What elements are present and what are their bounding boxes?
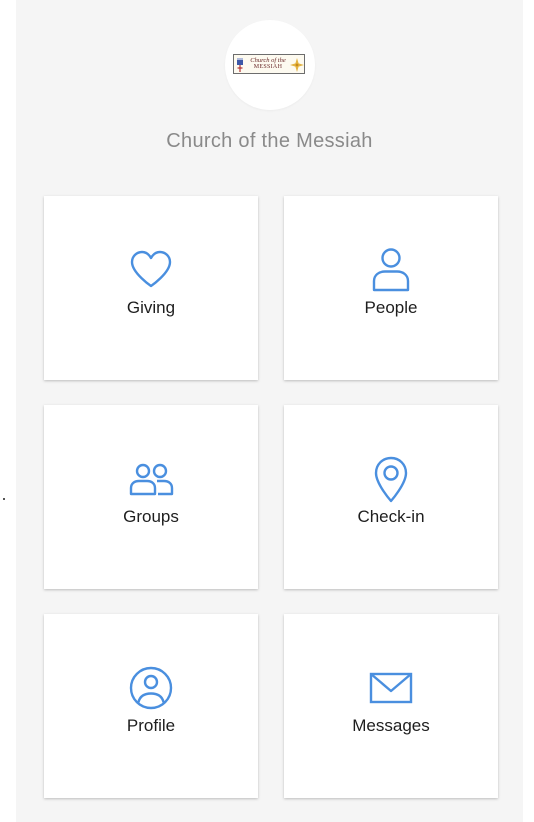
people-tile[interactable]: People [284, 196, 498, 380]
person-icon [372, 248, 410, 292]
church-logo-badge: Church of the MESSIAH [233, 54, 305, 74]
group-icon [129, 463, 174, 496]
messages-label: Messages [352, 716, 430, 735]
heart-icon [130, 250, 172, 288]
profile-tile[interactable]: Profile [44, 614, 258, 798]
logo-text-bottom: MESSIAH [253, 64, 283, 70]
giving-tile[interactable]: Giving [44, 196, 258, 380]
check-in-tile[interactable]: Check-in [284, 405, 498, 589]
envelope-icon [369, 672, 413, 704]
edge-mark [3, 498, 5, 500]
logo-text-top: Church of the [250, 57, 286, 64]
user-circle-icon [129, 666, 173, 710]
giving-label: Giving [126, 298, 176, 317]
people-label: People [364, 298, 418, 317]
check-in-label: Check-in [357, 507, 425, 526]
profile-label: Profile [126, 716, 176, 735]
church-name: Church of the Messiah [166, 130, 373, 152]
church-logo: Church of the MESSIAH [225, 20, 315, 110]
messages-tile[interactable]: Messages [284, 614, 498, 798]
groups-tile[interactable]: Groups [44, 405, 258, 589]
map-pin-icon [374, 456, 408, 503]
groups-label: Groups [123, 507, 179, 526]
dashboard-screen: Church of the MESSIAH Church of the Mess… [16, 0, 523, 822]
